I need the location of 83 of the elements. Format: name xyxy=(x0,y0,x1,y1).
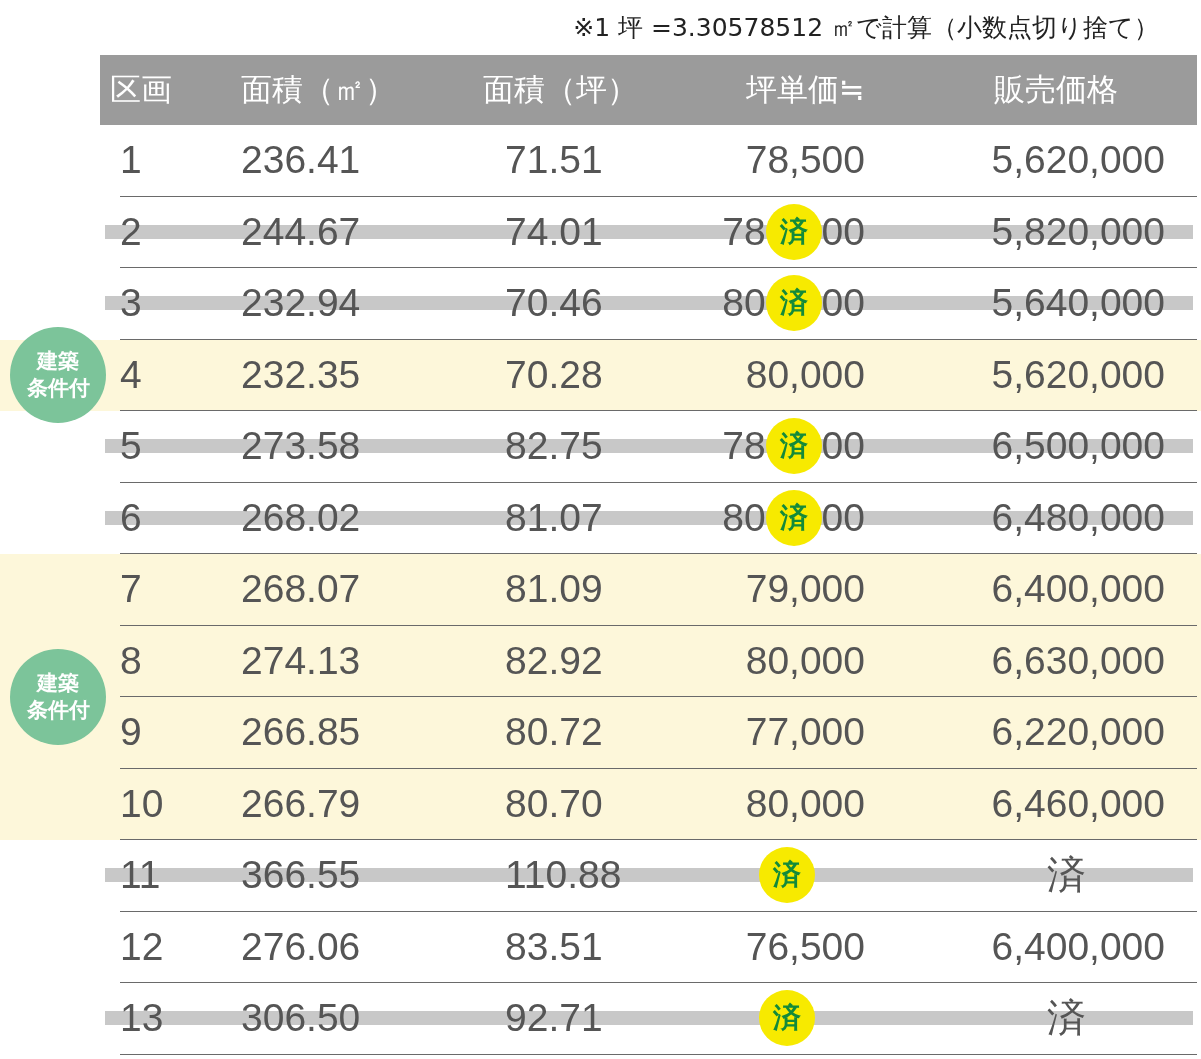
table-cell: 00 xyxy=(821,495,865,540)
table-cell-text: 81.09 xyxy=(504,567,604,612)
table-cell-text: 71.51 xyxy=(504,138,604,183)
sold-badge: 済 xyxy=(765,203,822,260)
sold-badge: 済 xyxy=(765,418,822,475)
calculation-note: ※1 坪 =3.30578512 ㎡で計算（小数点切り捨て） xyxy=(573,12,1159,44)
sold-badge: 済 xyxy=(759,990,815,1047)
table-cell-text: 6,400,000 xyxy=(990,924,1166,969)
table-cell: 79,000 xyxy=(745,567,865,612)
table-cell-text: 9 xyxy=(120,710,143,755)
table-cell-text: 92.71 xyxy=(504,996,604,1041)
table-cell-text: 83.51 xyxy=(504,924,604,969)
column-header: 面積（坪） xyxy=(482,70,639,109)
table-cell-text: 7 xyxy=(120,567,143,612)
column-header: 坪単価≒ xyxy=(745,70,866,109)
table-cell: 80,000 xyxy=(745,352,865,397)
table-cell: 76,500 xyxy=(745,924,865,969)
table-cell-text: 268.02 xyxy=(240,495,362,540)
badge-text: 条件付 xyxy=(26,697,90,724)
column-header: 販売価格 xyxy=(993,70,1119,109)
badge-text: 建築 xyxy=(37,347,79,375)
table-cell-text: 1 xyxy=(120,138,143,183)
table-cell-text: 80.72 xyxy=(504,710,604,755)
table-cell-text: 273.58 xyxy=(240,424,362,469)
table-cell-text: 済 xyxy=(1045,852,1087,899)
table-cell-text: 306.50 xyxy=(240,996,362,1041)
table-cell-text: 5 xyxy=(120,424,143,469)
table-cell: 78,500 xyxy=(745,138,865,183)
table-cell-text: 13 xyxy=(120,996,165,1041)
table-cell-text: 5,620,000 xyxy=(990,138,1166,183)
table-cell-text: 266.79 xyxy=(240,781,362,826)
table-cell-text: 232.35 xyxy=(240,352,362,397)
table-cell: 78 xyxy=(722,424,766,469)
table-cell-text: 10 xyxy=(120,781,165,826)
table-cell: 80,000 xyxy=(745,638,865,683)
table-cell-text: 11 xyxy=(120,853,162,898)
sold-badge: 済 xyxy=(765,275,822,332)
badge-text: 建築 xyxy=(37,669,79,697)
table-cell-text: 110.88 xyxy=(504,853,623,898)
table-cell-text: 5,620,000 xyxy=(990,352,1166,397)
table-cell-text: 6,220,000 xyxy=(990,710,1166,755)
badge-text: 条件付 xyxy=(26,375,90,403)
table-cell-text: 274.13 xyxy=(240,638,362,683)
table-cell-text: 5,820,000 xyxy=(990,209,1166,254)
table-cell-text: 3 xyxy=(120,281,143,326)
table-cell-text: 6,630,000 xyxy=(990,638,1166,683)
table-cell-text: 2 xyxy=(120,209,143,254)
table-cell: 78 xyxy=(722,209,766,254)
table-cell-text: 232.94 xyxy=(240,281,362,326)
table-cell-text: 済 xyxy=(1045,995,1087,1042)
table-cell-text: 5,640,000 xyxy=(990,281,1166,326)
table-cell-text: 236.41 xyxy=(240,138,362,183)
sold-badge: 済 xyxy=(759,847,815,904)
table-cell-text: 82.92 xyxy=(504,638,604,683)
table-cell: 80,000 xyxy=(745,781,865,826)
table-cell-text: 4 xyxy=(120,352,143,397)
table-cell-text: 366.55 xyxy=(240,853,362,898)
table-cell-text: 8 xyxy=(120,638,143,683)
table-cell-text: 6,500,000 xyxy=(990,424,1166,469)
table-cell-text: 6 xyxy=(120,495,143,540)
table-cell-text: 6,480,000 xyxy=(990,495,1166,540)
sold-badge: 済 xyxy=(765,489,822,546)
table-cell: 80 xyxy=(722,281,766,326)
column-header: 面積（㎡） xyxy=(240,70,397,109)
table-cell: 00 xyxy=(821,281,865,326)
table-cell: 77,000 xyxy=(745,710,865,755)
table-cell-text: 276.06 xyxy=(240,924,362,969)
table-cell-text: 6,460,000 xyxy=(990,781,1166,826)
table-cell-text: 244.67 xyxy=(240,209,362,254)
table-cell: 00 xyxy=(821,424,865,469)
table-cell-text: 70.46 xyxy=(504,281,604,326)
column-header: 区画 xyxy=(109,70,173,109)
table-cell: 80 xyxy=(722,495,766,540)
table-cell-text: 268.07 xyxy=(240,567,362,612)
table-cell-text: 6,400,000 xyxy=(990,567,1166,612)
table-cell-text: 81.07 xyxy=(504,495,604,540)
table-cell-text: 266.85 xyxy=(240,710,362,755)
table-cell-text: 12 xyxy=(120,924,165,969)
table-cell-text: 80.70 xyxy=(504,781,604,826)
table-cell-text: 74.01 xyxy=(504,209,604,254)
table-cell-text: 82.75 xyxy=(504,424,604,469)
table-cell: 00 xyxy=(821,209,865,254)
table-cell-text: 70.28 xyxy=(504,352,604,397)
